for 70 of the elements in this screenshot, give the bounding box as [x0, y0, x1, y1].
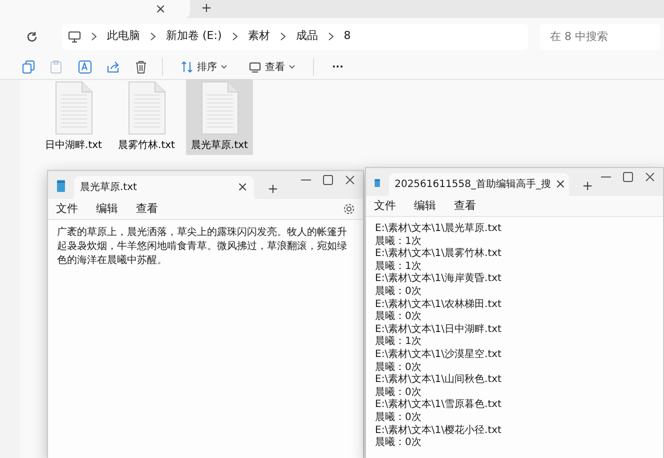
- search-field[interactable]: 在 8 中搜索: [540, 24, 660, 50]
- settings-icon[interactable]: [343, 203, 355, 215]
- breadcrumb-item[interactable]: 新加卷 (E:): [166, 28, 222, 45]
- file-item[interactable]: 晨雾竹林.txt: [113, 79, 180, 155]
- menu-item[interactable]: 文件: [56, 200, 78, 218]
- notepad-icon: [374, 176, 381, 190]
- breadcrumb-item[interactable]: 此电脑: [107, 28, 140, 45]
- tab-close-button[interactable]: ×: [155, 2, 166, 16]
- file-item[interactable]: 晨光草原.txt: [186, 79, 253, 155]
- text-line: E:\素材\文本\1\樱花小径.txt: [375, 424, 502, 436]
- new-tab-button[interactable]: +: [201, 2, 212, 16]
- text-line: E:\素材\文本\1\山间秋色.txt: [375, 374, 502, 386]
- menu-item[interactable]: 查看: [454, 198, 476, 214]
- text-line: 晨曦：1次: [375, 260, 422, 272]
- text-line: 晨曦：1次: [375, 336, 422, 348]
- breadcrumb-item[interactable]: 8: [344, 28, 351, 45]
- document-tab[interactable]: 晨光草原.txt ×: [74, 176, 254, 199]
- tab-close-button[interactable]: ×: [554, 178, 566, 191]
- caret-icon: [289, 65, 295, 69]
- close-icon[interactable]: [645, 172, 655, 182]
- document-tab[interactable]: 202561611558_首助编辑高手_搜 ×: [388, 173, 569, 196]
- rename-icon[interactable]: [78, 60, 92, 74]
- copy-icon[interactable]: [22, 60, 36, 74]
- close-icon[interactable]: [345, 175, 355, 185]
- tab-title: 晨光草原.txt: [80, 180, 137, 195]
- refresh-icon[interactable]: [26, 30, 38, 42]
- notepad-icon: [56, 179, 66, 193]
- new-tab-button[interactable]: +: [582, 180, 593, 194]
- chevron-icon: [280, 32, 286, 41]
- breadcrumb-item[interactable]: 素材: [248, 28, 270, 45]
- chevron-icon: [150, 32, 156, 41]
- text-line: 广袤的草原上，晨光洒落，草尖上的露珠闪闪发亮。牧人的帐篷升起袅袅炊烟，牛羊悠闲地啃食青草。微风拂过，草浪翻滚，宛如绿色的海洋在晨曦中苏醒。: [57, 226, 348, 268]
- chevron-icon: [91, 32, 97, 41]
- sort-button[interactable]: 排序: [177, 58, 231, 76]
- view-button[interactable]: 查看: [245, 58, 299, 76]
- text-line: E:\素材\文本\1\雪原暮色.txt: [375, 399, 502, 412]
- text-line: 晨曦：0次: [375, 412, 422, 424]
- text-line: E:\素材\文本\1\晨光草原.txt: [375, 223, 502, 236]
- share-icon[interactable]: [106, 60, 120, 74]
- chevron-icon: [328, 32, 334, 41]
- caret-icon: [221, 65, 227, 69]
- trash-icon[interactable]: [134, 60, 148, 74]
- maximize-icon[interactable]: [323, 175, 333, 185]
- text-line: 晨曦：0次: [375, 362, 422, 374]
- maximize-icon[interactable]: [623, 172, 633, 182]
- breadcrumb-item[interactable]: 成品: [296, 28, 318, 45]
- text-line: E:\素材\文本\1\农林梯田.txt: [375, 298, 502, 310]
- computer-icon[interactable]: [68, 30, 81, 42]
- sort-icon: [181, 61, 193, 73]
- text-line: 晨曦：1次: [375, 236, 422, 248]
- tab-title: 202561611558_首助编辑高手_搜: [394, 178, 551, 192]
- text-line: E:\素材\文本\1\沙漠星空.txt: [375, 348, 502, 362]
- menu-item[interactable]: 文件: [374, 198, 396, 214]
- menu-item[interactable]: 编辑: [96, 200, 118, 218]
- text-line: 晨曦：0次: [375, 437, 422, 450]
- text-line: E:\素材\文本\1\晨雾竹林.txt: [375, 248, 502, 260]
- text-line: 晨曦：0次: [375, 286, 422, 298]
- tab-close-button[interactable]: ×: [237, 181, 248, 194]
- text-line: E:\素材\文本\1\日中湖畔.txt: [375, 324, 502, 336]
- text-line: 晨曦：0次: [375, 386, 422, 398]
- menu-item[interactable]: 查看: [136, 200, 158, 218]
- more-button[interactable]: ···: [328, 58, 348, 76]
- chevron-icon: [232, 32, 238, 41]
- file-item[interactable]: 日中湖畔.txt: [40, 79, 107, 155]
- monitor-icon: [249, 62, 261, 72]
- text-line: E:\素材\文本\1\海岸黄昏.txt: [375, 273, 502, 286]
- menu-item[interactable]: 编辑: [414, 198, 436, 214]
- new-tab-button[interactable]: +: [268, 183, 278, 196]
- text-file-icon: [200, 81, 240, 136]
- text-line: 晨曦：0次: [375, 311, 422, 324]
